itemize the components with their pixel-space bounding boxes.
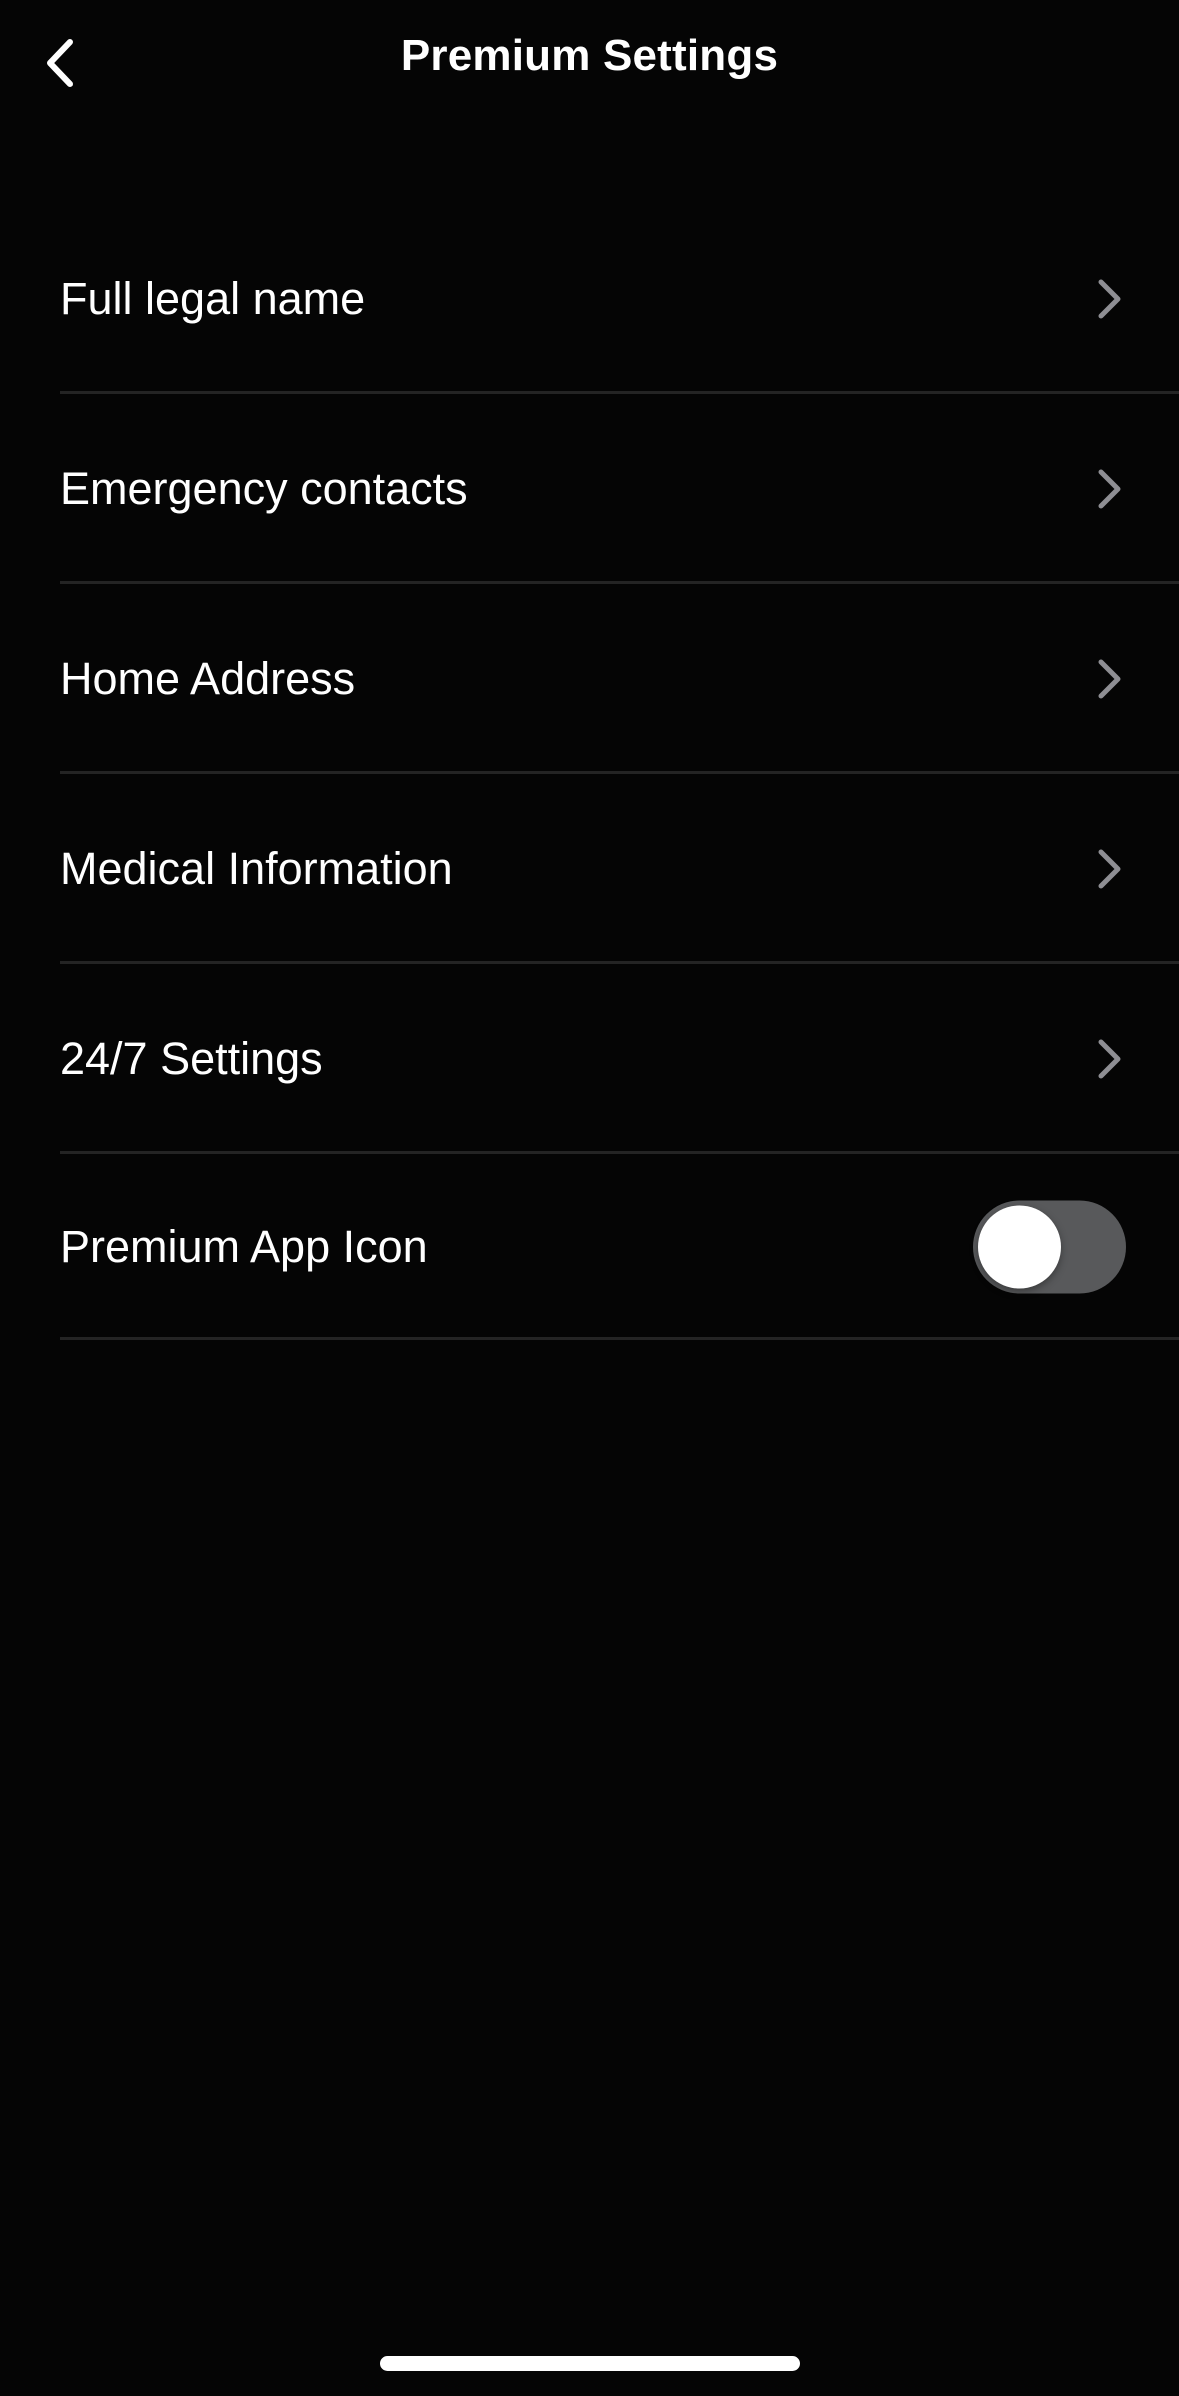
chevron-right-icon	[1094, 277, 1124, 321]
settings-row-label: Emergency contacts	[60, 463, 468, 514]
settings-row-premium-app-icon: Premium App Icon	[0, 1154, 1179, 1340]
premium-app-icon-toggle[interactable]	[973, 1200, 1126, 1294]
settings-row-label: Medical Information	[60, 843, 453, 894]
settings-row-home-address[interactable]: Home Address	[0, 584, 1179, 774]
settings-row-label: 24/7 Settings	[60, 1033, 323, 1084]
settings-row-emergency-contacts[interactable]: Emergency contacts	[0, 394, 1179, 584]
chevron-right-icon	[1094, 467, 1124, 511]
navigation-bar: Premium Settings	[0, 0, 1179, 120]
settings-row-label: Home Address	[60, 653, 356, 704]
settings-row-medical-information[interactable]: Medical Information	[0, 774, 1179, 964]
settings-row-full-legal-name[interactable]: Full legal name	[0, 204, 1179, 394]
chevron-right-icon	[1094, 1037, 1124, 1081]
chevron-right-icon	[1094, 847, 1124, 891]
settings-row-24-7-settings[interactable]: 24/7 Settings	[0, 964, 1179, 1154]
divider	[60, 1337, 1179, 1340]
page-title: Premium Settings	[400, 31, 779, 80]
toggle-knob	[978, 1205, 1061, 1289]
settings-row-label: Premium App Icon	[60, 1221, 428, 1272]
home-indicator[interactable]	[380, 2356, 800, 2371]
settings-list: Full legal name Emergency contacts Home …	[0, 204, 1179, 1340]
settings-row-label: Full legal name	[60, 273, 366, 324]
chevron-right-icon	[1094, 657, 1124, 701]
